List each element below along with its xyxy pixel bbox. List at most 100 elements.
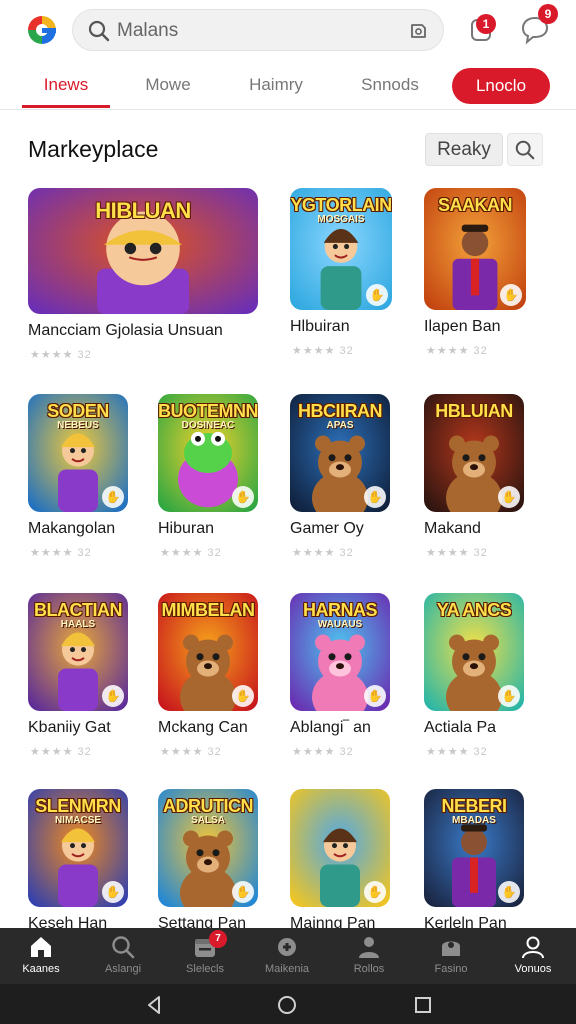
nav-item-fasino[interactable]: Fasino [410,928,492,984]
filter-button[interactable]: Reaky [425,133,503,166]
game-thumbnail[interactable]: SLENMRN NIMACSE ✋ [28,789,128,907]
thumbnail-title: SLENMRN [35,796,121,816]
notification-button[interactable]: 1 [464,12,498,46]
nav-item-slelecls[interactable]: 7 Slelecls [164,928,246,984]
game-thumbnail[interactable]: ADRUTICN SALSA ✋ [158,789,258,907]
store-icon [442,941,460,956]
thumbnail-title: YA ANCS [436,600,512,620]
card-title[interactable]: Actiala Pa [424,719,496,737]
game-thumbnail[interactable]: BUOTEMNN DOSINEAC ✋ [158,394,258,512]
game-thumbnail[interactable]: BLACTIAN HAALS ✋ [28,593,128,711]
app-logo-icon[interactable] [22,10,62,50]
tab-haimry[interactable]: Haimry [230,62,322,108]
like-icon[interactable]: ✋ [102,881,124,903]
like-icon[interactable]: ✋ [232,685,254,707]
game-card[interactable]: HBCIIRAN APAS ✋ Gamer Oy ★★★★ 32 [290,394,410,574]
game-thumbnail[interactable]: HIBLUAN [28,188,258,314]
rating-stars: ★★★★ 32 [30,349,92,361]
card-title[interactable]: Kbaniiy Gat [28,719,111,737]
game-thumbnail[interactable]: YGTORLAIN MOSGAIS ✋ [290,188,392,310]
game-thumbnail[interactable]: NEBERI MBADAS ✋ [424,789,524,907]
bottom-navigation: Kaanes Aslangi 7 Slelecls Maikenia Rollo… [0,928,576,984]
camera-search-icon[interactable] [409,20,431,42]
game-card[interactable]: SODEN NEBEUS ✋ Makangolan ★★★★ 32 [28,394,148,574]
nav-label: Aslangi [104,963,142,975]
nav-item-vonuos[interactable]: Vonuos [492,928,574,984]
like-icon[interactable]: ✋ [364,486,386,508]
thumbnail-title: HBLUIAN [435,401,513,421]
like-icon[interactable]: ✋ [102,486,124,508]
nav-item-maikenia[interactable]: Maikenia [246,928,328,984]
card-title[interactable]: Makand [424,520,481,538]
like-icon[interactable]: ✋ [364,685,386,707]
game-thumbnail[interactable]: HBLUIAN ✋ [424,394,524,512]
game-thumbnail[interactable]: SODEN NEBEUS ✋ [28,394,128,512]
like-icon[interactable]: ✋ [102,685,124,707]
search-input[interactable] [117,18,387,44]
section-search-button[interactable] [507,133,543,166]
search-bar[interactable] [72,9,444,51]
game-card[interactable]: YA ANCS ✋ Actiala Pa ★★★★ 32 [424,593,544,773]
like-icon[interactable]: ✋ [500,284,522,306]
like-icon[interactable]: ✋ [498,881,520,903]
recents-icon[interactable] [412,994,434,1016]
like-icon[interactable]: ✋ [232,881,254,903]
tab-inews[interactable]: Inews [22,62,110,108]
game-thumbnail[interactable]: ✋ [290,789,390,907]
nav-item-aslangi[interactable]: Aslangi [82,928,164,984]
profile-icon [522,936,544,959]
card-title[interactable]: Makangolan [28,520,115,538]
card-title[interactable]: Hlbuiran [290,318,350,336]
nav-item-kaanes[interactable]: Kaanes [0,928,82,984]
game-card[interactable]: BLACTIAN HAALS ✋ Kbaniiy Gat ★★★★ 32 [28,593,148,773]
section-title: Markeyplace [28,136,159,162]
card-title[interactable]: Gamer Oy [290,520,364,538]
card-title[interactable]: Mckang Can [158,719,248,737]
tab-mowe[interactable]: Mowe [126,62,210,108]
game-thumbnail[interactable]: HBCIIRAN APAS ✋ [290,394,390,512]
game-thumbnail[interactable]: MIMBELAN ✋ [158,593,258,711]
card-title[interactable]: Mancciam Gjolasia Unsuan [28,322,223,340]
thumbnail-subtitle: MBADAS [452,815,496,826]
like-icon[interactable]: ✋ [498,685,520,707]
messages-button[interactable]: 9 [518,4,558,46]
like-icon[interactable]: ✋ [364,881,386,903]
game-thumbnail[interactable]: HARNAS WAUAUS ✋ [290,593,390,711]
game-card[interactable]: HARNAS WAUAUS ✋ Ablangi‾ an ★★★★ 32 [290,593,410,773]
thumbnail-title: MIMBELAN [161,600,256,620]
nav-label: Slelecls [186,963,224,975]
game-card[interactable]: HIBLUAN Mancciam Gjolasia Unsuan ★★★★ 32 [28,188,278,368]
thumbnail-title: SODEN [47,401,109,421]
rating-stars: ★★★★ 32 [292,547,354,559]
game-thumbnail[interactable]: SAAKAN ✋ [424,188,526,310]
nav-item-rollos[interactable]: Rollos [328,928,410,984]
game-card[interactable]: YGTORLAIN MOSGAIS ✋ Hlbuiran ★★★★ 32 [290,188,412,368]
lnoclo-button[interactable]: Lnoclo [452,68,550,104]
people-icon [359,937,379,958]
thumbnail-subtitle: WAUAUS [317,619,363,630]
nav-badge: 7 [209,930,227,948]
game-thumbnail[interactable]: YA ANCS ✋ [424,593,524,711]
rating-stars: ★★★★ 32 [426,746,488,758]
search-icon [112,936,135,959]
like-icon[interactable]: ✋ [498,486,520,508]
tab-bar: Inews Mowe Haimry Snnods Lnoclo [0,62,576,110]
card-title[interactable]: Hiburan [158,520,214,538]
game-card[interactable]: HBLUIAN ✋ Makand ★★★★ 32 [424,394,544,574]
search-icon [88,20,110,42]
like-icon[interactable]: ✋ [366,284,388,306]
top-bar: 1 9 [0,0,576,60]
card-title[interactable]: Ilapen Ban [424,318,501,336]
game-card[interactable]: BUOTEMNN DOSINEAC ✋ Hiburan ★★★★ 32 [158,394,278,574]
card-title[interactable]: Ablangi‾ an [290,719,371,737]
back-icon[interactable] [144,994,166,1016]
tab-snnods[interactable]: Snnods [344,62,436,108]
home-circle-icon[interactable] [276,994,298,1016]
nav-label: Kaanes [22,963,60,975]
rating-stars: ★★★★ 32 [160,746,222,758]
game-card[interactable]: SAAKAN ✋ Ilapen Ban ★★★★ 32 [424,188,546,368]
like-icon[interactable]: ✋ [232,486,254,508]
thumbnail-subtitle: NEBEUS [57,420,99,431]
game-card[interactable]: MIMBELAN ✋ Mckang Can ★★★★ 32 [158,593,278,773]
rating-stars: ★★★★ 32 [292,345,354,357]
